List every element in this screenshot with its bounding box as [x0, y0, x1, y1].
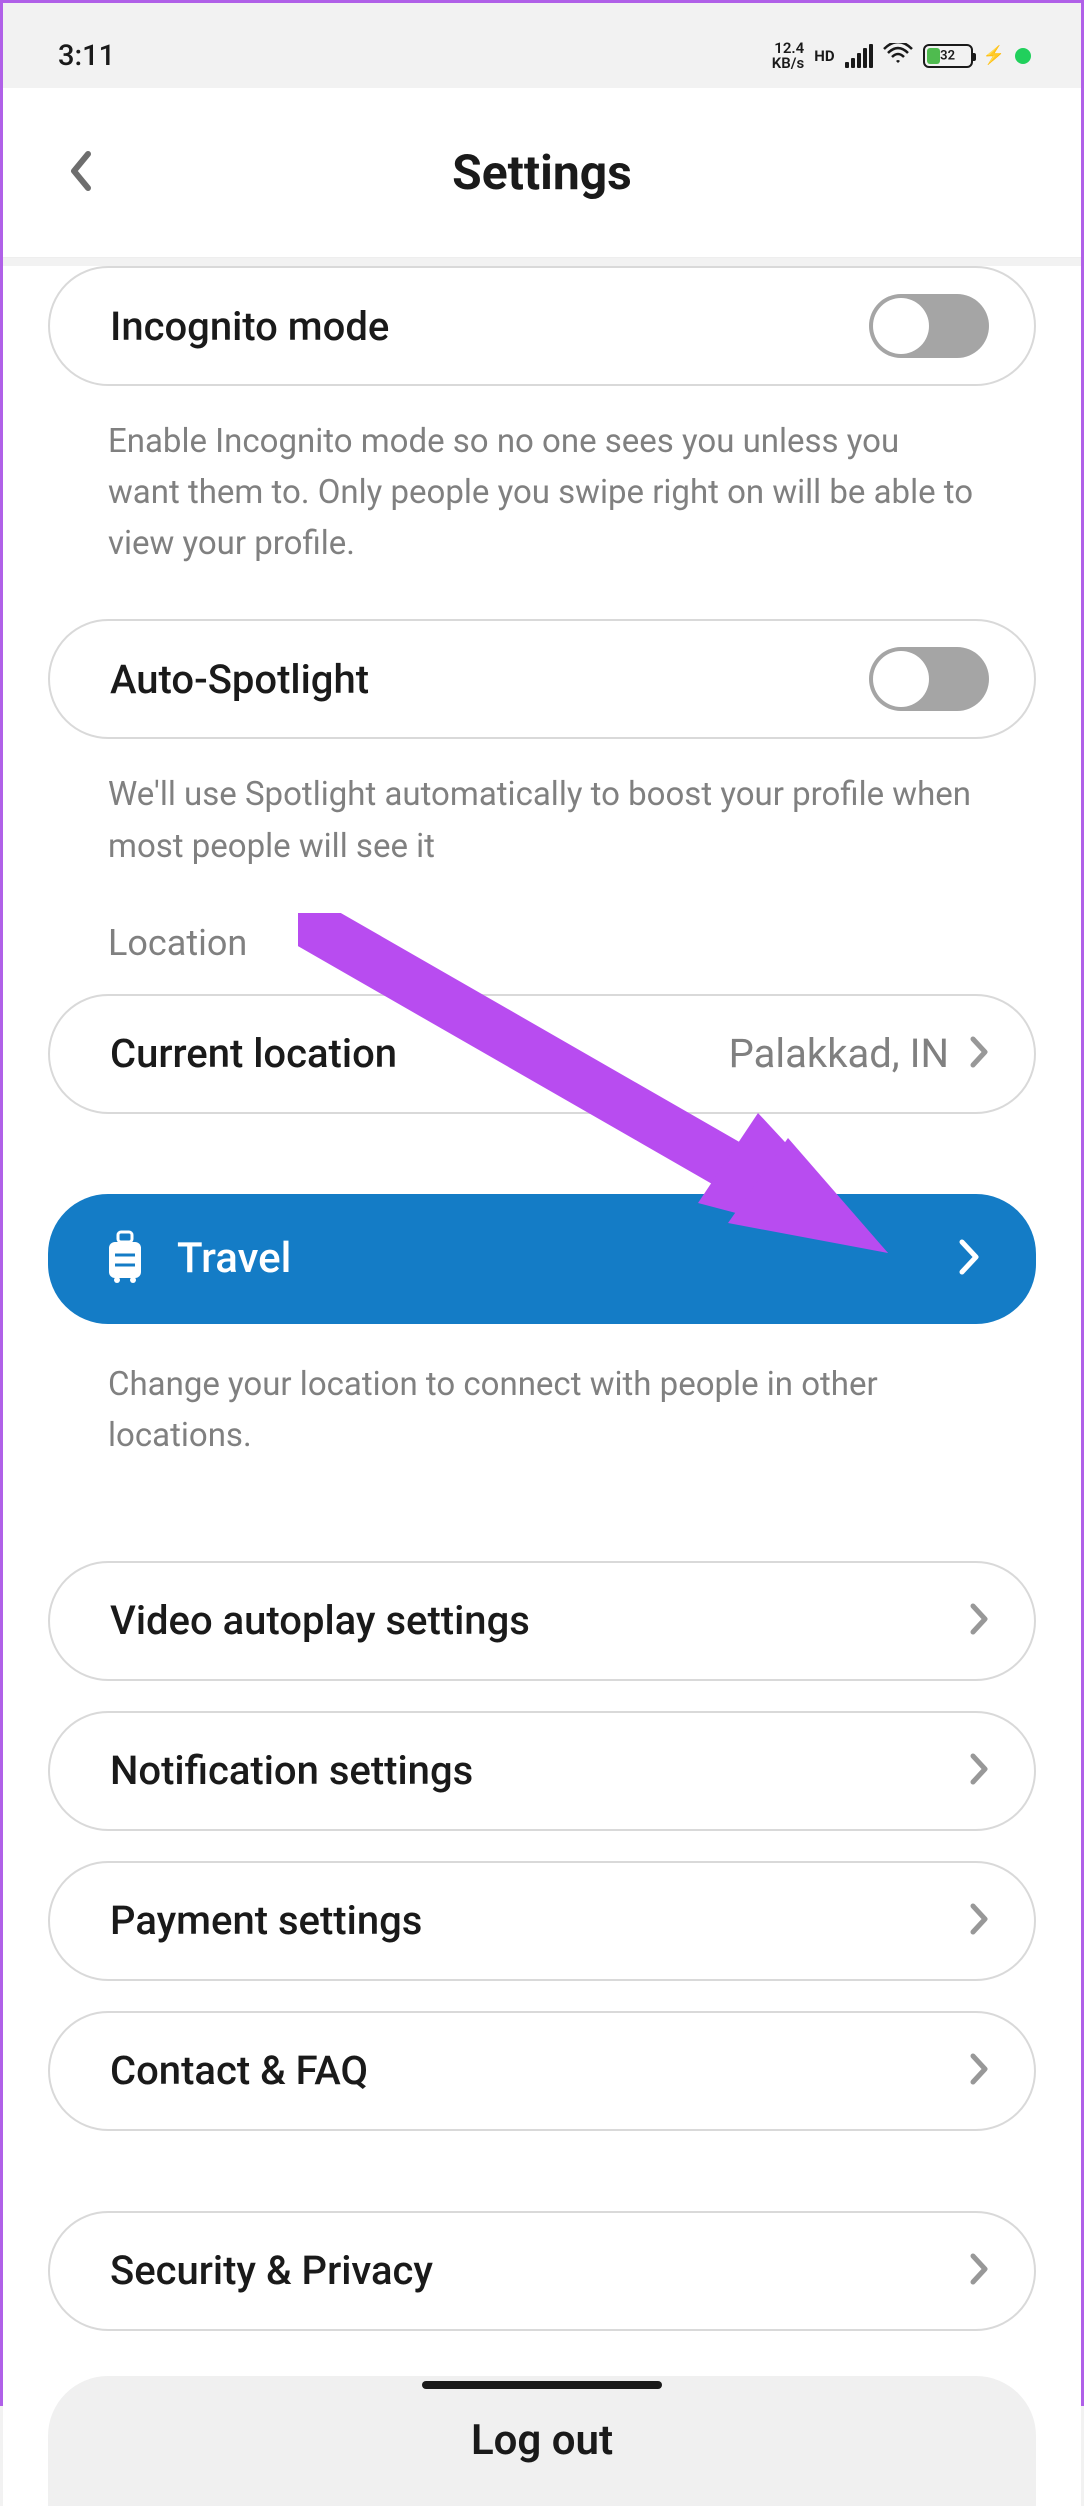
notification-settings-label: Notification settings: [110, 1747, 473, 1794]
contact-faq-row[interactable]: Contact & FAQ: [48, 2011, 1036, 2131]
payment-settings-label: Payment settings: [110, 1897, 422, 1944]
location-section-label: Location: [48, 922, 1036, 964]
charging-icon: ⚡: [983, 45, 1005, 66]
contact-faq-label: Contact & FAQ: [110, 2047, 368, 2094]
security-privacy-label: Security & Privacy: [110, 2247, 433, 2294]
auto-spotlight-label: Auto-Spotlight: [110, 656, 369, 703]
current-location-label: Current location: [110, 1030, 397, 1077]
video-autoplay-row[interactable]: Video autoplay settings: [48, 1561, 1036, 1681]
battery-icon: 32: [923, 44, 973, 68]
video-autoplay-label: Video autoplay settings: [110, 1597, 530, 1644]
current-location-value: Palakkad, IN: [729, 1030, 949, 1077]
chevron-right-icon: [969, 1902, 989, 1940]
travel-row[interactable]: Travel: [48, 1194, 1036, 1324]
page-title: Settings: [58, 144, 1026, 201]
chevron-right-icon: [969, 1752, 989, 1790]
incognito-help: Enable Incognito mode so no one sees you…: [48, 416, 1036, 569]
payment-settings-row[interactable]: Payment settings: [48, 1861, 1036, 1981]
incognito-label: Incognito mode: [110, 303, 389, 350]
status-bar: 3:11 12.4KB/s HD 32 ⚡: [3, 3, 1081, 88]
logout-label: Log out: [471, 2416, 613, 2465]
current-location-row[interactable]: Current location Palakkad, IN: [48, 994, 1036, 1114]
incognito-toggle[interactable]: [869, 294, 989, 358]
home-indicator[interactable]: [422, 2381, 662, 2389]
notification-settings-row[interactable]: Notification settings: [48, 1711, 1036, 1831]
travel-help: Change your location to connect with peo…: [48, 1359, 1036, 1461]
logout-button[interactable]: Log out: [48, 2376, 1036, 2506]
activity-dot-icon: [1015, 48, 1031, 64]
chevron-right-icon: [969, 1602, 989, 1640]
hd-indicator: HD: [814, 47, 834, 65]
luggage-icon: [103, 1230, 147, 1288]
wifi-icon: [883, 43, 913, 69]
auto-spotlight-row[interactable]: Auto-Spotlight: [48, 619, 1036, 739]
network-speed: 12.4KB/s: [772, 41, 804, 71]
back-button[interactable]: [68, 150, 96, 196]
auto-spotlight-toggle[interactable]: [869, 647, 989, 711]
travel-label: Travel: [177, 1234, 291, 1283]
chevron-right-icon: [969, 1035, 989, 1073]
status-time: 3:11: [58, 39, 115, 73]
auto-spotlight-help: We'll use Spotlight automatically to boo…: [48, 769, 1036, 871]
chevron-right-icon: [969, 2052, 989, 2090]
incognito-row[interactable]: Incognito mode: [48, 266, 1036, 386]
signal-icon: [845, 44, 873, 68]
security-privacy-row[interactable]: Security & Privacy: [48, 2211, 1036, 2331]
chevron-right-icon: [969, 2252, 989, 2290]
header: Settings: [3, 88, 1081, 258]
chevron-right-icon: [957, 1237, 981, 1281]
